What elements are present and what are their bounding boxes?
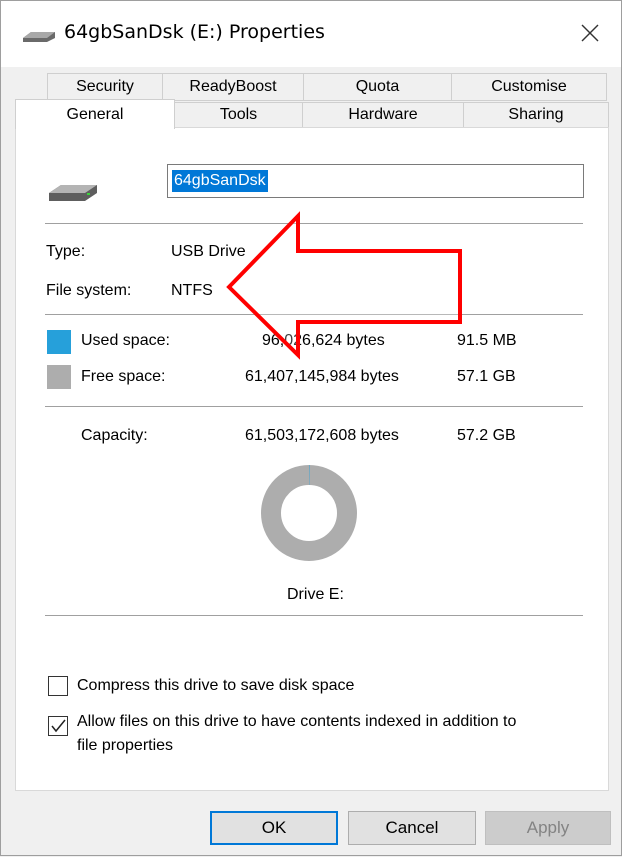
file-system-value: NTFS (171, 282, 213, 299)
used-space-swatch (47, 330, 71, 354)
used-space-label: Used space: (81, 332, 170, 349)
free-space-swatch (47, 365, 71, 389)
close-icon (581, 24, 599, 42)
window-title: 64gbSanDsk (E:) Properties (64, 21, 325, 43)
usb-drive-icon (23, 32, 55, 42)
tab-label: Tools (219, 106, 258, 123)
capacity-bytes: 61,503,172,608 bytes (245, 427, 399, 444)
tab-tools[interactable]: Tools (174, 102, 303, 128)
file-system-label: File system: (46, 282, 132, 299)
type-value: USB Drive (171, 243, 246, 260)
index-label-line2[interactable]: file properties (77, 737, 173, 755)
divider (45, 615, 583, 616)
divider (45, 406, 583, 407)
checkmark-icon (51, 719, 66, 733)
cancel-button-label: Cancel (385, 818, 439, 837)
tab-label: General (66, 105, 124, 123)
type-label: Type: (46, 243, 86, 260)
capacity-label: Capacity: (81, 427, 148, 444)
drive-name-value: 64gbSanDsk (172, 170, 268, 192)
free-space-label: Free space: (81, 368, 166, 385)
tab-readyboost[interactable]: ReadyBoost (162, 73, 304, 101)
compress-checkbox[interactable] (48, 676, 68, 696)
tab-quota[interactable]: Quota (303, 73, 452, 101)
properties-window: 64gbSanDsk (E:) Properties Security Read… (0, 0, 622, 856)
tab-customise[interactable]: Customise (451, 73, 607, 101)
used-space-size: 91.5 MB (457, 332, 517, 349)
drive-name-input[interactable]: 64gbSanDsk (167, 164, 584, 198)
title-bar: 64gbSanDsk (E:) Properties (1, 1, 621, 67)
tab-label: Customise (491, 78, 567, 95)
compress-label[interactable]: Compress this drive to save disk space (77, 677, 354, 695)
free-space-arc (261, 465, 357, 561)
free-space-bytes: 61,407,145,984 bytes (245, 368, 399, 385)
drive-icon (49, 185, 97, 201)
tab-hardware[interactable]: Hardware (302, 102, 464, 128)
tab-label: Sharing (508, 106, 564, 123)
capacity-size: 57.2 GB (457, 427, 516, 444)
tab-label: Hardware (348, 106, 418, 123)
drive-caption: Drive E: (287, 586, 344, 603)
drive-usage-donut (261, 465, 357, 561)
divider (45, 314, 583, 315)
tab-security[interactable]: Security (47, 73, 163, 101)
ok-button-label: OK (261, 818, 287, 837)
tab-label: Quota (355, 78, 400, 95)
close-button[interactable] (567, 13, 613, 53)
index-checkbox[interactable] (48, 716, 68, 736)
apply-button-label: Apply (526, 818, 570, 837)
apply-button[interactable]: Apply (485, 811, 611, 845)
index-label-line1[interactable]: Allow files on this drive to have conten… (77, 713, 516, 731)
tab-sharing[interactable]: Sharing (463, 102, 609, 128)
tab-general[interactable]: General (15, 99, 175, 129)
cancel-button[interactable]: Cancel (348, 811, 476, 845)
ok-button[interactable]: OK (210, 811, 338, 845)
tab-label: ReadyBoost (189, 78, 277, 95)
divider (45, 223, 583, 224)
used-space-bytes: 96,026,624 bytes (262, 332, 385, 349)
tab-label: Security (76, 78, 134, 95)
free-space-size: 57.1 GB (457, 368, 516, 385)
